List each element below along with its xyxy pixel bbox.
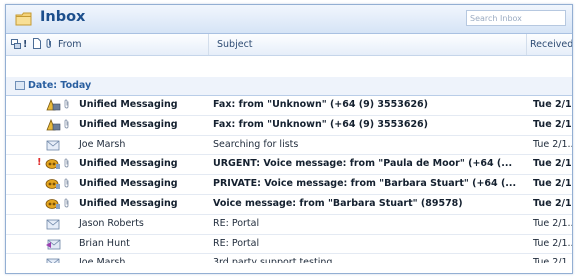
message-received: Tue 2/1... — [533, 237, 573, 249]
message-received: Tue 2/1... — [533, 99, 572, 110]
message-received: Tue 2/1... — [533, 118, 572, 130]
message-subject: RE: Portal — [213, 237, 260, 249]
message-from: Jason Roberts — [79, 217, 144, 229]
message-type-icon[interactable] — [33, 38, 41, 49]
importance-icon[interactable] — [11, 39, 21, 49]
attachment-icon — [64, 99, 69, 109]
message-from: Unified Messaging — [79, 99, 178, 110]
message-received: Tue 2/1... — [533, 217, 573, 229]
message-from: Unified Messaging — [79, 158, 178, 170]
attachment-icon — [64, 178, 69, 188]
column-received[interactable]: Received — [530, 39, 572, 50]
message-received: Tue 2/1... — [533, 178, 572, 190]
column-separator[interactable] — [526, 34, 527, 55]
message-list: Unified Messaging Fax: from "Unknown" (+6… — [6, 96, 572, 273]
group-collapse-icon[interactable] — [15, 81, 25, 90]
message-subject: RE: Portal — [213, 217, 260, 229]
replied-mail-icon — [46, 239, 61, 249]
attachment-icon[interactable] — [46, 38, 52, 49]
message-received: Tue 2/1... — [533, 138, 573, 150]
column-from[interactable]: From — [58, 39, 82, 50]
column-separator[interactable] — [208, 34, 209, 55]
inbox-folder-icon — [15, 12, 32, 26]
title-bar: Inbox — [6, 5, 572, 34]
voice-mail-icon — [45, 179, 60, 190]
message-subject: PRIVATE: Voice message: from "Barbara St… — [213, 178, 517, 190]
attachment-icon — [64, 158, 69, 168]
read-mail-icon — [46, 219, 60, 230]
message-row[interactable]: Unified Messaging Fax: from "Unknown" (+6… — [6, 116, 572, 136]
reminder-icon[interactable]: ! — [23, 39, 27, 50]
search-input[interactable] — [466, 10, 566, 26]
message-subject: Fax: from "Unknown" (+64 (9) 3553626) — [213, 118, 429, 130]
message-row[interactable]: ! Unified Messaging URGENT: Voice message:… — [6, 155, 572, 176]
message-subject: Voice message: from "Barbara Stuart" (89… — [213, 197, 463, 209]
list-bottom — [6, 263, 572, 273]
message-from: Unified Messaging — [79, 118, 178, 130]
message-row[interactable]: Unified Messaging Fax: from "Unknown" (+6… — [6, 96, 572, 116]
message-subject: URGENT: Voice message: from "Paula de Mo… — [213, 158, 513, 170]
message-row[interactable]: Unified Messaging PRIVATE: Voice message:… — [6, 175, 572, 195]
message-received: Tue 2/1... — [533, 158, 572, 170]
read-mail-icon — [46, 140, 60, 150]
message-from: Joe Marsh — [79, 138, 126, 150]
column-header: ! From Subject Received — [6, 34, 572, 56]
fax-icon — [46, 99, 61, 111]
message-from: Unified Messaging — [79, 178, 178, 190]
message-row[interactable]: Unified Messaging Voice message: from "Ba… — [6, 195, 572, 215]
message-subject: Fax: from "Unknown" (+64 (9) 3553626) — [213, 99, 429, 110]
message-received: Tue 2/1... — [533, 197, 572, 209]
attachment-icon — [64, 119, 69, 129]
message-row[interactable]: Joe Marsh Searching for lists Tue 2/1... — [6, 136, 572, 156]
message-row[interactable]: Jason Roberts RE: Portal Tue 2/1... — [6, 215, 572, 235]
folder-title: Inbox — [40, 9, 86, 25]
attachment-icon — [64, 198, 69, 208]
voice-mail-icon — [45, 159, 60, 170]
column-subject[interactable]: Subject — [217, 39, 253, 50]
inbox-window: Inbox ! From Subject Received Date: Toda… — [5, 4, 573, 274]
message-row[interactable]: Brian Hunt RE: Portal Tue 2/1... — [6, 235, 572, 255]
message-from: Unified Messaging — [79, 197, 178, 209]
message-subject: Searching for lists — [213, 138, 299, 150]
voice-mail-icon — [45, 199, 60, 209]
high-importance-icon: ! — [37, 157, 42, 169]
fax-icon — [46, 118, 61, 131]
list-spacer — [6, 56, 572, 77]
message-from: Brian Hunt — [79, 237, 130, 249]
group-label: Date: Today — [28, 80, 92, 91]
group-header-today[interactable]: Date: Today — [6, 77, 572, 96]
